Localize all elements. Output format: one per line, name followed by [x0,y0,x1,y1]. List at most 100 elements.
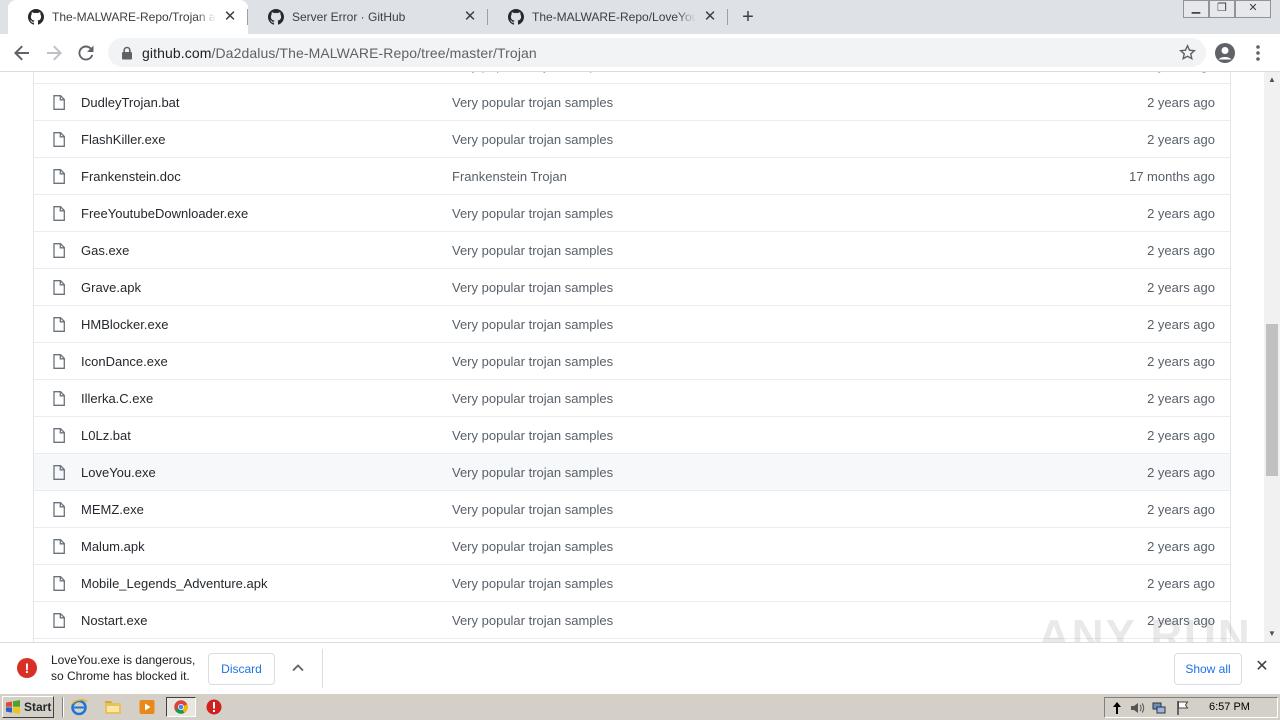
commit-age: 2 years ago [1147,132,1215,147]
file-icon [53,317,65,332]
chevron-up-icon[interactable] [290,660,306,676]
tab-trojan-folder[interactable]: The-MALWARE-Repo/Trojan at master ✕ [8,0,248,34]
download-warning-line1: LoveYou.exe is dangerous, [51,653,196,667]
commit-message-link[interactable]: Very popular trojan samples [452,391,613,406]
file-row[interactable]: FlashKiller.exe Very popular trojan sampl… [34,120,1230,157]
tab-close-icon[interactable]: ✕ [702,9,718,25]
tab-loveyou-file[interactable]: The-MALWARE-Repo/LoveYou.exe at master ✕ [488,0,728,34]
forward-button[interactable] [42,41,66,65]
file-name-link[interactable]: Nostart.exe [81,613,147,628]
profile-avatar-icon[interactable] [1214,42,1236,64]
commit-age: 2 years ago [1147,206,1215,221]
system-tray: 6:57 PM [1104,697,1278,718]
file-row[interactable]: Illerka.C.exe Very popular trojan samples… [34,379,1230,416]
bookmark-star-icon[interactable] [1179,44,1196,61]
address-bar[interactable]: github.com/Da2dalus/The-MALWARE-Repo/tre… [108,38,1206,67]
file-name-link[interactable]: Grave.apk [81,280,141,295]
file-icon [53,502,65,517]
stop-warning-icon[interactable] [205,698,223,716]
minimize-icon[interactable]: ▁ [1183,0,1209,18]
file-name-link[interactable]: LoveYou.exe [81,465,156,480]
reload-icon [78,45,94,61]
tab-title: Server Error · GitHub [292,10,406,24]
tab-server-error[interactable]: Server Error · GitHub ✕ [248,0,488,34]
scrollbar-thumb[interactable] [1266,324,1278,476]
file-row[interactable]: HMBlocker.exe Very popular trojan samples… [34,305,1230,342]
file-row[interactable]: Frankenstein.doc Frankenstein Trojan 17 mo… [34,157,1230,194]
new-tab-icon[interactable]: + [738,7,758,27]
commit-message-link[interactable]: Very popular trojan samples [452,206,613,221]
file-row[interactable]: LoveYou.exe Very popular trojan samples 2 … [34,453,1230,490]
scroll-up-arrow-icon[interactable]: ▲ [1264,72,1280,88]
github-icon [268,9,284,25]
file-row[interactable]: DudleyTrojan.bat Very popular trojan samp… [34,83,1230,120]
file-name-link[interactable]: MEMZ.exe [81,502,144,517]
file-name-link[interactable]: FlashKiller.exe [81,132,166,147]
commit-message-link[interactable]: Frankenstein Trojan [452,169,567,184]
chrome-taskbar-icon[interactable] [166,697,196,717]
commit-message-link[interactable]: Very popular trojan samples [452,354,613,369]
shelf-divider [322,649,323,688]
file-row[interactable]: Very popular trojan samples 2 years ago [34,72,1230,83]
tab-title: The-MALWARE-Repo/Trojan at master [52,10,216,24]
commit-message-link[interactable]: Very popular trojan samples [452,465,613,480]
file-row[interactable]: L0Lz.bat Very popular trojan samples 2 yea… [34,416,1230,453]
file-icon [53,465,65,480]
file-icon [53,354,65,369]
file-row[interactable]: Gas.exe Very popular trojan samples 2 year… [34,231,1230,268]
commit-message-link[interactable]: Very popular trojan samples [452,317,613,332]
vertical-scrollbar[interactable]: ▲ ▼ [1264,72,1280,642]
commit-message-link[interactable]: Very popular trojan samples [452,428,613,443]
back-button[interactable] [10,41,34,65]
commit-message-link[interactable]: Very popular trojan samples [452,613,613,628]
file-row[interactable]: Grave.apk Very popular trojan samples 2 ye… [34,268,1230,305]
file-name-link[interactable]: Gas.exe [81,243,129,258]
file-row[interactable]: IconDance.exe Very popular trojan samples… [34,342,1230,379]
commit-message-link[interactable]: Very popular trojan samples [452,132,613,147]
commit-age: 2 years ago [1147,72,1215,73]
commit-message-link[interactable]: Very popular trojan samples [452,72,613,73]
restore-icon[interactable]: ❐ [1209,0,1235,18]
lock-icon[interactable] [120,46,134,60]
commit-message-link[interactable]: Very popular trojan samples [452,243,613,258]
action-center-flag-icon[interactable] [1175,700,1191,716]
internet-explorer-icon[interactable] [70,698,88,716]
commit-message-link[interactable]: Very popular trojan samples [452,576,613,591]
reload-button[interactable] [74,41,98,65]
file-name-link[interactable]: HMBlocker.exe [81,317,168,332]
commit-message-link[interactable]: Very popular trojan samples [452,280,613,295]
file-row[interactable]: MEMZ.exe Very popular trojan samples 2 yea… [34,490,1230,527]
commit-age: 2 years ago [1147,317,1215,332]
file-row[interactable]: Mobile_Legends_Adventure.apk Very popular… [34,564,1230,601]
file-name-link[interactable]: Malum.apk [81,539,145,554]
folder-explorer-icon[interactable] [104,698,122,716]
start-button[interactable]: Start [2,696,54,718]
tab-close-icon[interactable]: ✕ [222,9,238,25]
file-name-link[interactable]: Frankenstein.doc [81,169,181,184]
commit-message-link[interactable]: Very popular trojan samples [452,502,613,517]
scroll-down-arrow-icon[interactable]: ▼ [1264,626,1280,642]
commit-message-link[interactable]: Very popular trojan samples [452,95,613,110]
file-name-link[interactable]: Mobile_Legends_Adventure.apk [81,576,267,591]
volume-icon[interactable] [1129,700,1145,716]
file-name-link[interactable]: DudleyTrojan.bat [81,95,180,110]
file-name-link[interactable]: FreeYoutubeDownloader.exe [81,206,248,221]
show-all-button[interactable]: Show all [1174,653,1242,685]
network-icon[interactable] [1151,700,1167,716]
tab-close-icon[interactable]: ✕ [462,9,478,25]
commit-age: 2 years ago [1147,428,1215,443]
file-row[interactable]: FreeYoutubeDownloader.exe Very popular tr… [34,194,1230,231]
media-player-icon[interactable] [138,698,156,716]
file-name-link[interactable]: IconDance.exe [81,354,168,369]
tray-expand-icon[interactable] [1109,700,1125,716]
close-window-icon[interactable]: ✕ [1235,0,1271,18]
menu-kebab-icon[interactable] [1250,42,1266,64]
file-row[interactable]: Malum.apk Very popular trojan samples 2 ye… [34,527,1230,564]
discard-button[interactable]: Discard [208,653,275,685]
tab-separator [727,9,728,25]
file-name-link[interactable]: Illerka.C.exe [81,391,153,406]
tab-strip: The-MALWARE-Repo/Trojan at master ✕ Serv… [0,0,1280,34]
commit-message-link[interactable]: Very popular trojan samples [452,539,613,554]
close-shelf-icon[interactable]: ✕ [1254,659,1270,675]
file-name-link[interactable]: L0Lz.bat [81,428,131,443]
